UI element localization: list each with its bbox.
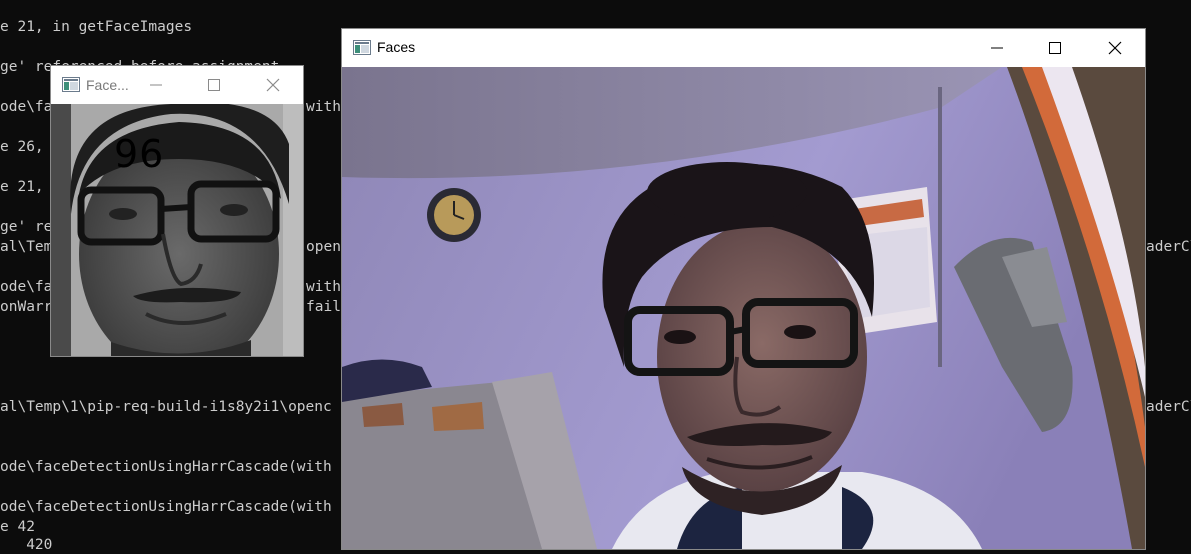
console-fragment: aderCl	[1146, 239, 1191, 255]
console-line: onWarr	[0, 299, 53, 315]
minimize-icon	[150, 84, 162, 86]
minimize-icon	[991, 47, 1003, 49]
maximize-button[interactable]	[1026, 29, 1084, 67]
console-line: e 42	[0, 519, 35, 535]
console-line: e 21,	[0, 179, 44, 195]
console-line: ode\faceDetectionUsingHarrCascade(with	[0, 499, 332, 515]
faces-window[interactable]: Faces	[342, 29, 1145, 549]
face-window-small[interactable]: Face... 96	[51, 66, 303, 356]
app-icon	[353, 40, 371, 60]
console-fragment: with	[306, 279, 341, 295]
window-title: Face...	[86, 77, 129, 93]
grayscale-face-image: 96	[51, 104, 303, 356]
console-line: ode\faceDetectionUsingHarrCascade(with	[0, 459, 332, 475]
app-icon	[62, 77, 80, 97]
console-fragment: with	[306, 99, 341, 115]
console-fragment: aderCl	[1146, 399, 1191, 415]
close-button[interactable]	[243, 66, 303, 104]
console-line: al\Tem	[0, 239, 53, 255]
console-line: al\Temp\1\pip-req-build-i1s8y2i1\openc	[0, 399, 332, 415]
close-icon	[1108, 41, 1121, 55]
console-line: e 21, in getFaceImages	[0, 19, 193, 35]
minimize-button[interactable]	[127, 66, 185, 104]
console-fragment: fail	[306, 299, 341, 315]
close-button[interactable]	[1084, 29, 1145, 67]
face-id-label: 96	[114, 132, 165, 176]
window-title: Faces	[377, 39, 416, 55]
webcam-frame	[342, 67, 1145, 549]
maximize-icon	[1049, 42, 1061, 54]
console-line: ode\fa	[0, 99, 53, 115]
minimize-button[interactable]	[968, 29, 1026, 67]
face-photo-gray	[51, 104, 303, 356]
maximize-button[interactable]	[185, 66, 243, 104]
close-icon	[266, 78, 280, 92]
console-line: ode\fa	[0, 279, 53, 295]
maximize-icon	[208, 79, 220, 91]
titlebar[interactable]: Faces	[342, 29, 1145, 67]
console-line: e 26,	[0, 139, 44, 155]
console-line: 420	[0, 537, 53, 553]
console-line: ge' re	[0, 219, 53, 235]
titlebar[interactable]: Face...	[51, 66, 303, 104]
webcam-photo	[342, 67, 1145, 549]
